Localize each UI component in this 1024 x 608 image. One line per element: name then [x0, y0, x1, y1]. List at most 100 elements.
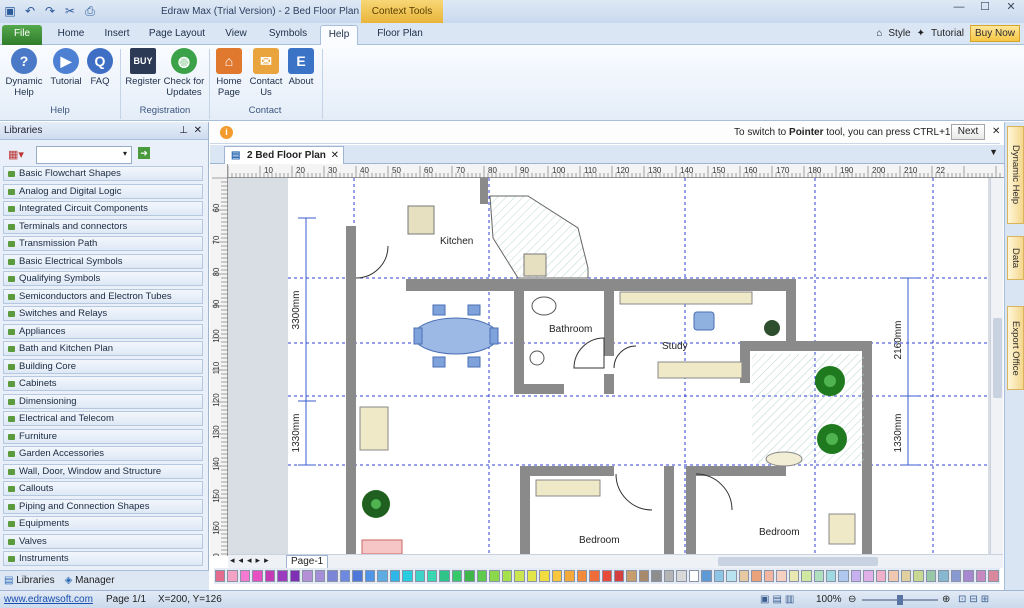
contact-us-button[interactable]: ✉ Contact Us	[249, 48, 283, 98]
color-swatch[interactable]	[514, 570, 525, 582]
library-item[interactable]: Instruments	[3, 551, 203, 566]
color-swatch[interactable]	[464, 570, 475, 582]
color-swatch[interactable]	[314, 570, 326, 582]
color-swatch[interactable]	[801, 570, 812, 582]
color-swatch[interactable]	[838, 570, 849, 582]
tab-export-office[interactable]: Export Office	[1007, 306, 1024, 390]
color-swatch[interactable]	[302, 570, 313, 582]
color-swatch[interactable]	[676, 570, 687, 582]
color-swatch[interactable]	[763, 570, 775, 582]
tab-page-layout[interactable]: Page Layout	[144, 25, 210, 45]
tab-home[interactable]: Home	[48, 25, 94, 45]
redo-icon[interactable]: ↷	[42, 3, 58, 19]
color-swatch[interactable]	[215, 570, 226, 582]
tutorial-link[interactable]: Tutorial	[931, 28, 964, 39]
color-swatch[interactable]	[551, 570, 563, 582]
library-item[interactable]: Valves	[3, 533, 203, 549]
website-link[interactable]: www.edrawsoft.com	[4, 594, 93, 605]
color-swatch[interactable]	[364, 570, 376, 582]
color-swatch[interactable]	[875, 570, 887, 582]
color-swatch[interactable]	[626, 570, 637, 582]
color-swatch[interactable]	[564, 570, 575, 582]
color-swatch[interactable]	[402, 570, 413, 582]
floor-plan-drawing[interactable]: Kitchen Bathroom Study Bedroom Bedroom 3…	[228, 178, 990, 554]
page-nav-icons[interactable]: ◂◂◂▸▸	[230, 555, 273, 566]
color-swatch[interactable]	[476, 570, 488, 582]
library-item[interactable]: Piping and Connection Shapes	[3, 498, 203, 514]
color-swatch[interactable]	[352, 570, 363, 582]
color-swatch[interactable]	[239, 570, 251, 582]
tab-file[interactable]: File	[2, 25, 42, 45]
library-item[interactable]: Building Core	[3, 358, 203, 374]
color-swatch[interactable]	[925, 570, 937, 582]
library-item[interactable]: Analog and Digital Logic	[3, 183, 203, 199]
library-item[interactable]: Appliances	[3, 323, 203, 339]
color-swatch[interactable]	[601, 570, 612, 582]
color-swatch[interactable]	[638, 570, 650, 582]
color-swatch[interactable]	[776, 570, 787, 582]
close-icon[interactable]: ✕	[194, 122, 202, 140]
minimize-icon[interactable]: —	[946, 0, 972, 17]
home-page-button[interactable]: ⌂ Home Page	[213, 48, 245, 98]
library-item[interactable]: Basic Electrical Symbols	[3, 253, 203, 269]
color-swatch[interactable]	[888, 570, 899, 582]
scroll-thumb[interactable]	[993, 318, 1002, 398]
cut-icon[interactable]: ✂	[62, 3, 78, 19]
library-item[interactable]: Semiconductors and Electron Tubes	[3, 288, 203, 304]
color-swatch[interactable]	[489, 570, 500, 582]
color-swatch[interactable]	[688, 570, 700, 582]
color-swatch[interactable]	[950, 570, 962, 582]
color-swatch[interactable]	[252, 570, 263, 582]
about-button[interactable]: E About	[285, 48, 317, 87]
tab-symbols[interactable]: Symbols	[262, 25, 314, 45]
color-swatch[interactable]	[439, 570, 450, 582]
color-swatch[interactable]	[227, 570, 238, 582]
faq-button[interactable]: Q FAQ	[86, 48, 114, 87]
library-item[interactable]: Callouts	[3, 481, 203, 496]
color-swatch[interactable]	[913, 570, 924, 582]
library-item[interactable]: Cabinets	[3, 376, 203, 391]
color-swatch[interactable]	[277, 570, 288, 582]
check-updates-button[interactable]: ◍ Check for Updates	[162, 48, 206, 98]
color-swatch[interactable]	[938, 570, 949, 582]
undo-icon[interactable]: ↶	[22, 3, 38, 19]
color-swatch[interactable]	[713, 570, 725, 582]
color-swatch[interactable]	[863, 570, 874, 582]
color-swatch[interactable]	[663, 570, 675, 582]
go-icon[interactable]: ➜	[138, 147, 150, 159]
pin-icon[interactable]: ⊥	[179, 122, 188, 140]
color-swatch[interactable]	[327, 570, 338, 582]
tab-dynamic-help[interactable]: Dynamic Help	[1007, 126, 1024, 224]
color-swatch[interactable]	[963, 570, 974, 582]
color-swatch[interactable]	[576, 570, 588, 582]
fit-page-icons[interactable]: ⊡⊟⊞	[958, 594, 992, 605]
color-swatch[interactable]	[426, 570, 438, 582]
library-menu-icon[interactable]: ▦▾	[8, 148, 24, 161]
print-icon[interactable]: ⎙	[82, 3, 98, 19]
chevron-down-icon[interactable]: ▼	[989, 147, 998, 157]
dynamic-help-button[interactable]: ? Dynamic Help	[4, 48, 44, 98]
document-tab[interactable]: ▤ 2 Bed Floor Plan ✕	[224, 146, 344, 164]
color-swatch[interactable]	[988, 570, 999, 582]
color-swatch[interactable]	[289, 570, 301, 582]
zoom-out-icon[interactable]: ⊖	[848, 594, 856, 605]
color-swatch[interactable]	[614, 570, 625, 582]
library-item[interactable]: Electrical and Telecom	[3, 411, 203, 426]
drawing-canvas[interactable]: Kitchen Bathroom Study Bedroom Bedroom 3…	[228, 178, 990, 554]
color-swatch[interactable]	[850, 570, 862, 582]
color-swatch[interactable]	[651, 570, 662, 582]
library-item[interactable]: Equipments	[3, 516, 203, 531]
library-item[interactable]: Transmission Path	[3, 236, 203, 251]
save-icon[interactable]: ▣	[2, 3, 18, 19]
color-swatch[interactable]	[377, 570, 388, 582]
color-swatch[interactable]	[339, 570, 351, 582]
page-tab[interactable]: Page-1	[286, 555, 329, 569]
next-button[interactable]: Next	[951, 124, 985, 140]
buy-now-button[interactable]: Buy Now	[969, 25, 1020, 42]
color-swatch[interactable]	[825, 570, 837, 582]
color-swatch[interactable]	[751, 570, 762, 582]
scroll-thumb[interactable]	[718, 557, 878, 566]
library-item[interactable]: Garden Accessories	[3, 446, 203, 461]
library-item[interactable]: Dimensioning	[3, 393, 203, 409]
library-item[interactable]: Basic Flowchart Shapes	[3, 166, 203, 181]
